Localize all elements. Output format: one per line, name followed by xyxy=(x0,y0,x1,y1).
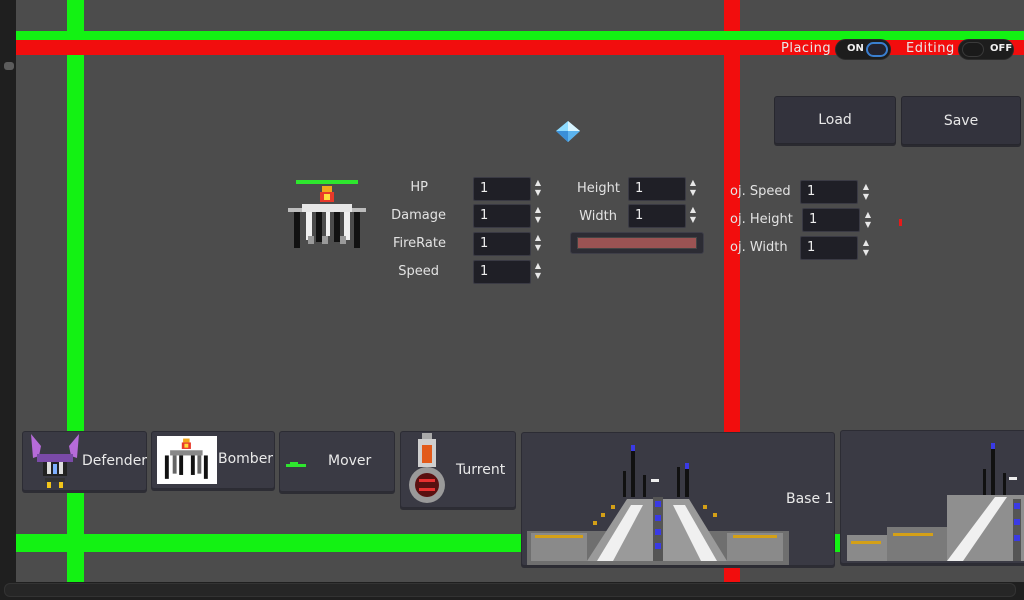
palette-item-defender[interactable]: Defender xyxy=(22,431,147,491)
palette-item-bomber[interactable]: Bomber xyxy=(151,431,275,489)
damage-spin-arrows[interactable]: ▲ ▼ xyxy=(533,205,543,227)
projectile-speed-label: oj. Speed xyxy=(730,184,791,199)
palette-label-mover: Mover xyxy=(328,453,372,469)
load-button[interactable]: Load xyxy=(774,96,896,144)
projectile-height-spin-arrows[interactable]: ▲ ▼ xyxy=(863,210,873,232)
firerate-label: FireRate xyxy=(392,236,446,251)
bomber-thumbnail-icon xyxy=(164,438,208,479)
color-picker-button[interactable] xyxy=(570,232,704,254)
placing-toggle[interactable]: ON xyxy=(835,39,891,60)
speed-spin-arrows[interactable]: ▲ ▼ xyxy=(533,261,543,283)
editing-toggle[interactable]: OFF xyxy=(958,39,1014,60)
horizontal-scrollbar-thumb[interactable] xyxy=(4,583,1016,597)
projectile-speed-spinbox[interactable]: 1 xyxy=(800,180,858,204)
hp-label: HP xyxy=(410,180,428,195)
editing-toggle-knob xyxy=(962,42,984,57)
save-button[interactable]: Save xyxy=(901,96,1021,145)
width-spin-arrows[interactable]: ▲ ▼ xyxy=(688,205,698,227)
palette-item-base-1[interactable]: Base 1 xyxy=(521,432,835,566)
mover-icon xyxy=(286,462,306,467)
firerate-spinbox[interactable]: 1 xyxy=(473,232,531,256)
projectile-preview xyxy=(899,219,902,226)
hp-spin-arrows[interactable]: ▲ ▼ xyxy=(533,178,543,200)
editing-label: Editing xyxy=(906,41,955,56)
projectile-width-label: oj. Width xyxy=(730,240,788,255)
palette-label-defender: Defender xyxy=(82,453,148,469)
editing-state: OFF xyxy=(990,43,1013,54)
speed-label: Speed xyxy=(398,264,439,279)
hp-spinbox[interactable]: 1 xyxy=(473,177,531,201)
palette-label-bomber: Bomber xyxy=(218,451,274,467)
damage-label: Damage xyxy=(391,208,446,223)
color-swatch xyxy=(577,237,697,249)
height-label: Height xyxy=(577,181,620,196)
placing-label: Placing xyxy=(781,41,832,56)
palette-label-base-1: Base 1 xyxy=(786,491,834,507)
gem-icon xyxy=(556,121,580,142)
vertical-scrollbar-thumb[interactable] xyxy=(4,62,14,70)
turret-icon xyxy=(409,433,445,503)
bomber-ship-icon xyxy=(288,186,366,248)
bomber-thumbnail-frame xyxy=(157,436,217,484)
projectile-width-spinbox[interactable]: 1 xyxy=(800,236,858,260)
guide-line-vertical-green xyxy=(67,0,84,600)
base-2-icon xyxy=(847,443,1024,561)
palette-item-mover[interactable]: Mover xyxy=(279,431,395,492)
width-label: Width xyxy=(579,209,617,224)
unit-health-bar xyxy=(296,180,358,184)
width-spinbox[interactable]: 1 xyxy=(628,204,686,228)
firerate-spin-arrows[interactable]: ▲ ▼ xyxy=(533,233,543,255)
projectile-height-spinbox[interactable]: 1 xyxy=(802,208,860,232)
palette-label-turrent: Turrent xyxy=(456,462,506,478)
placing-state: ON xyxy=(847,43,864,54)
palette-item-base-2[interactable] xyxy=(840,430,1024,564)
projectile-speed-spin-arrows[interactable]: ▲ ▼ xyxy=(861,182,871,204)
vertical-scrollbar[interactable] xyxy=(0,0,16,582)
height-spin-arrows[interactable]: ▲ ▼ xyxy=(688,178,698,200)
placing-toggle-knob xyxy=(866,42,888,57)
speed-spinbox[interactable]: 1 xyxy=(473,260,531,284)
projectile-height-label: oj. Height xyxy=(730,212,793,227)
base-1-icon xyxy=(527,445,789,565)
defender-ship-icon xyxy=(31,434,79,488)
damage-spinbox[interactable]: 1 xyxy=(473,204,531,228)
projectile-width-spin-arrows[interactable]: ▲ ▼ xyxy=(861,238,871,260)
height-spinbox[interactable]: 1 xyxy=(628,177,686,201)
palette-item-turrent[interactable]: Turrent xyxy=(400,431,516,508)
